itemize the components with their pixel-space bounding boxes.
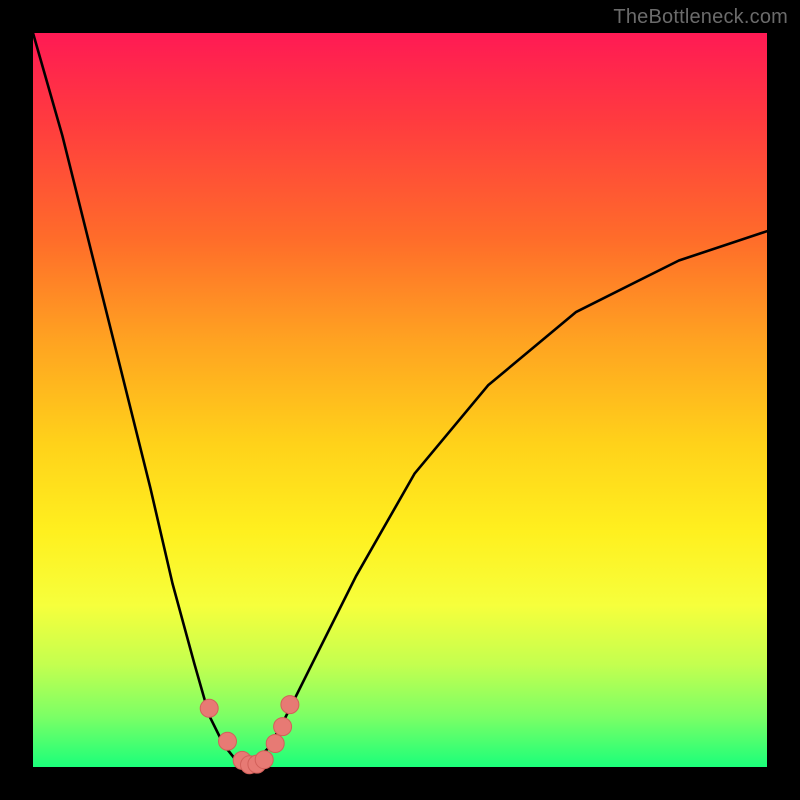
plot-area [33, 33, 767, 767]
highlight-point [255, 751, 273, 769]
highlight-points [200, 696, 299, 774]
chart-frame: TheBottleneck.com [0, 0, 800, 800]
highlight-point [200, 699, 218, 717]
bottleneck-curve [33, 33, 767, 767]
highlight-point [266, 735, 284, 753]
highlight-point [281, 696, 299, 714]
curve-svg [33, 33, 767, 767]
highlight-point [274, 718, 292, 736]
highlight-point [219, 732, 237, 750]
watermark-text: TheBottleneck.com [613, 6, 788, 29]
